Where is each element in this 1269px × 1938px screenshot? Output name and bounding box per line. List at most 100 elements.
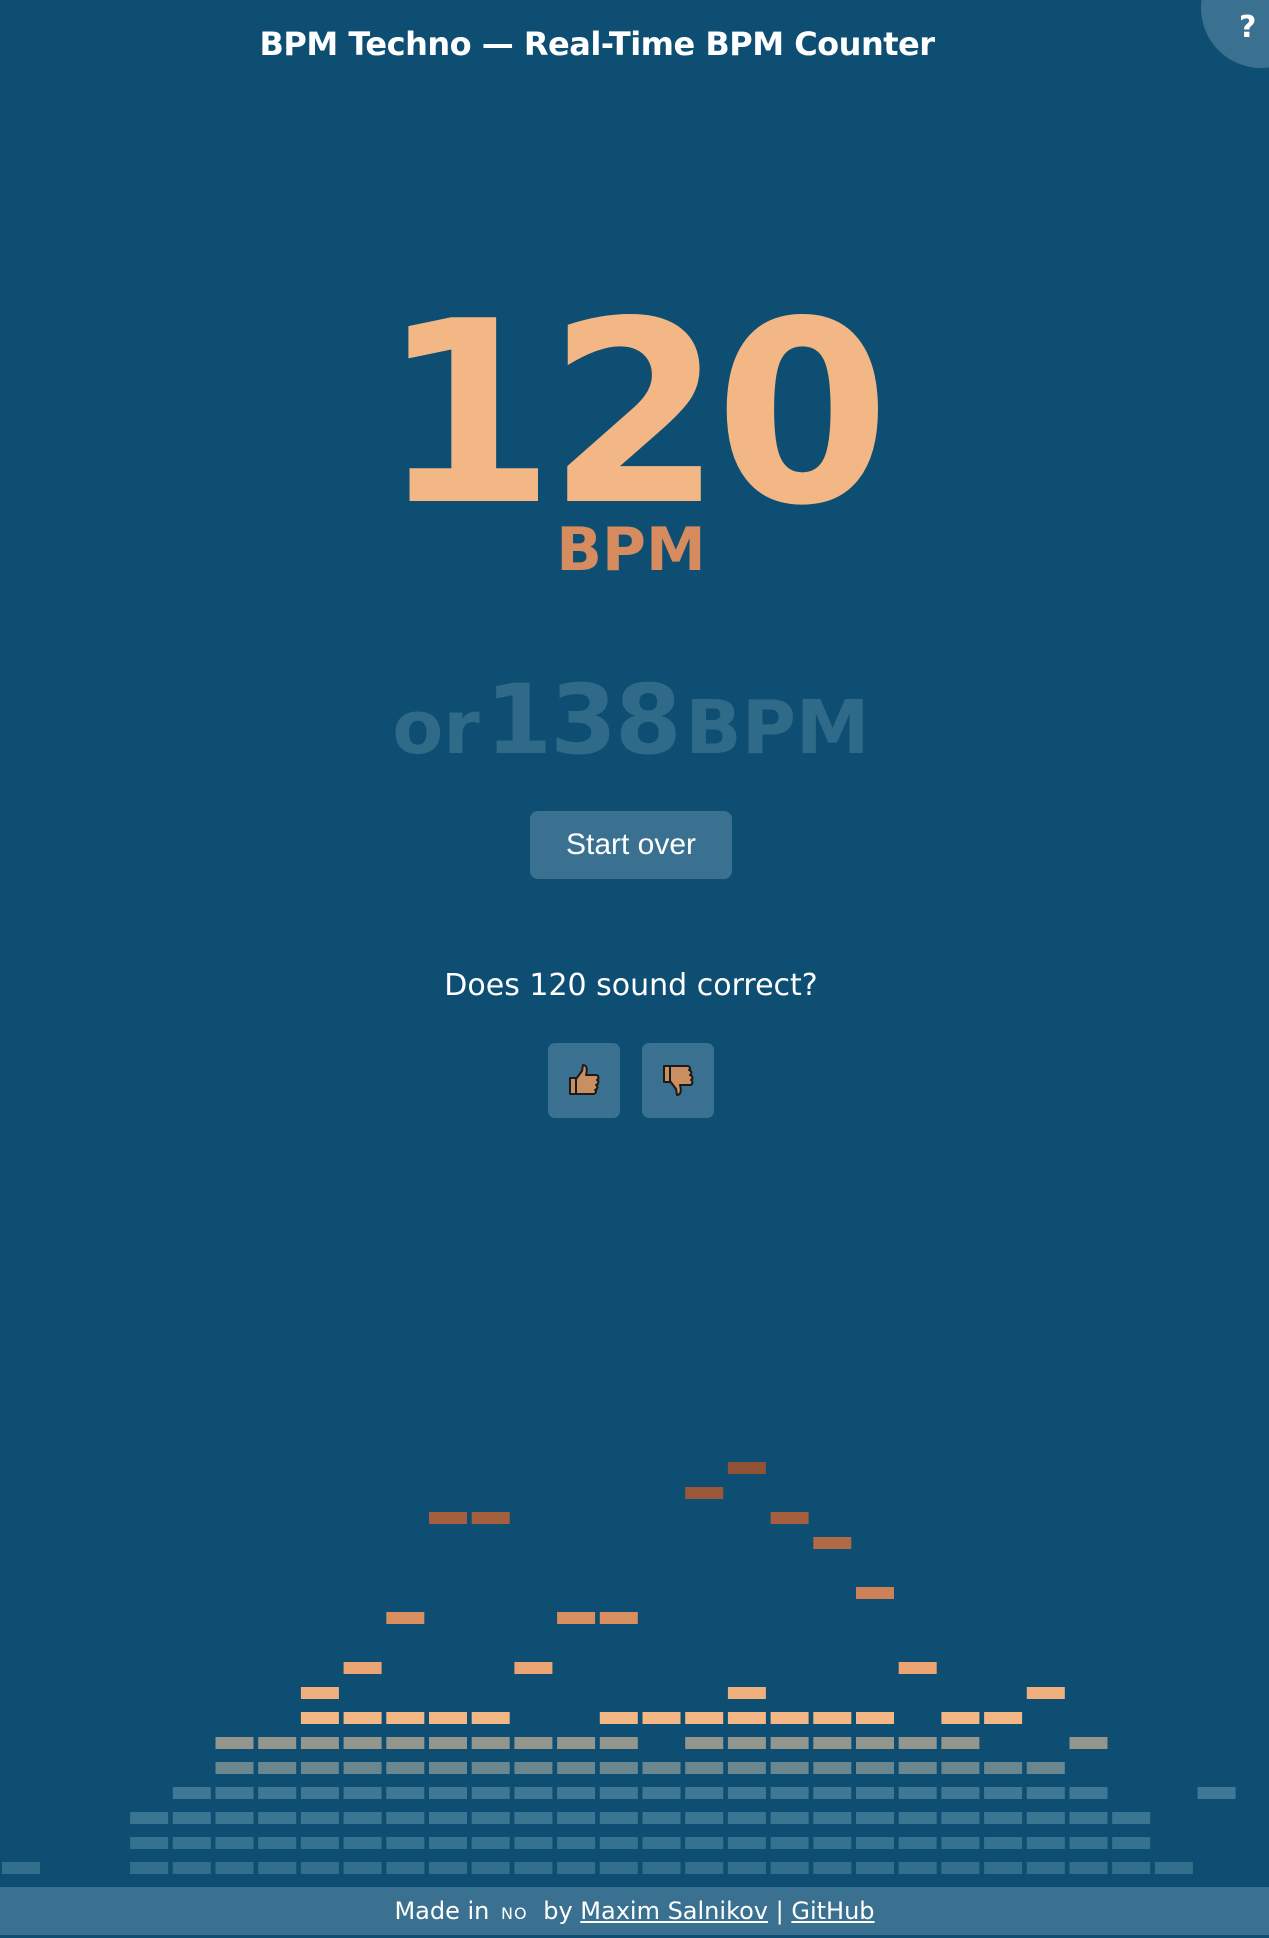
visualizer-segment (258, 1787, 297, 1799)
visualizer-segment (1026, 1862, 1065, 1874)
visualizer-peak (1197, 1787, 1236, 1799)
visualizer-segment (770, 1837, 809, 1849)
visualizer-segment (215, 1762, 254, 1774)
help-button[interactable]: ? (1201, 0, 1269, 68)
visualizer-segment (813, 1712, 852, 1724)
visualizer-segment (343, 1862, 382, 1874)
thumbs-down-icon (663, 1065, 694, 1096)
visualizer-segment (429, 1762, 467, 1774)
visualizer-segment (727, 1837, 766, 1849)
visualizer-segment (1112, 1812, 1151, 1824)
visualizer-segment (856, 1712, 894, 1724)
alternative-bpm-value: 138 (485, 664, 681, 776)
visualizer-segment (300, 1812, 339, 1824)
thumbs-up-icon (569, 1064, 600, 1095)
visualizer-segment (856, 1837, 894, 1849)
visualizer-peak (941, 1712, 980, 1724)
visualizer-segment (941, 1812, 980, 1824)
footer-by: by (543, 1897, 573, 1925)
visualizer-segment (685, 1712, 724, 1724)
visualizer-segment (1026, 1787, 1065, 1799)
author-link[interactable]: Maxim Salnikov (580, 1897, 768, 1925)
visualizer-segment (429, 1787, 467, 1799)
thumbs-up-button[interactable] (548, 1043, 620, 1118)
visualizer-segment (898, 1837, 937, 1849)
visualizer-segment (343, 1762, 382, 1774)
visualizer-segment (813, 1787, 852, 1799)
visualizer-segment (215, 1787, 254, 1799)
visualizer-segment (471, 1762, 510, 1774)
visualizer-segment (898, 1737, 937, 1749)
visualizer-segment (941, 1762, 980, 1774)
visualizer-peak (984, 1712, 1023, 1724)
visualizer-segment (941, 1862, 980, 1874)
thumbs-down-button[interactable] (642, 1043, 714, 1118)
norway-flag-icon: NO (501, 1904, 528, 1923)
visualizer-peak (898, 1662, 937, 1674)
visualizer-peak (300, 1687, 339, 1699)
visualizer-segment (429, 1862, 467, 1874)
visualizer-segment (514, 1812, 553, 1824)
visualizer-segment (1112, 1837, 1151, 1849)
visualizer-segment (984, 1787, 1023, 1799)
visualizer-segment (1026, 1812, 1065, 1824)
visualizer-peak (514, 1662, 553, 1674)
help-button-label: ? (1239, 10, 1257, 45)
visualizer-segment (984, 1762, 1023, 1774)
visualizer-segment (343, 1737, 382, 1749)
visualizer-peak (1069, 1737, 1108, 1749)
visualizer-segment (514, 1762, 553, 1774)
visualizer-peak (685, 1487, 724, 1499)
visualizer-segment (1112, 1862, 1151, 1874)
visualizer-segment (898, 1862, 937, 1874)
footer: Made in NO by Maxim Salnikov | GitHub (0, 1887, 1269, 1935)
visualizer-segment (856, 1787, 894, 1799)
visualizer-segment (471, 1837, 510, 1849)
visualizer-segment (856, 1737, 894, 1749)
github-link[interactable]: GitHub (791, 1897, 874, 1925)
visualizer-peak (770, 1512, 809, 1524)
visualizer-segment (343, 1837, 382, 1849)
visualizer-segment (130, 1812, 169, 1824)
visualizer-segment (727, 1712, 766, 1724)
visualizer-segment (1069, 1787, 1108, 1799)
visualizer-segment (642, 1762, 681, 1774)
alternative-bpm-unit: BPM (685, 685, 870, 771)
visualizer-segment (856, 1762, 894, 1774)
visualizer-segment (898, 1762, 937, 1774)
visualizer-segment (2, 1862, 40, 1874)
visualizer-segment (130, 1862, 169, 1874)
visualizer-segment (130, 1837, 169, 1849)
visualizer-segment (898, 1787, 937, 1799)
visualizer-peak (343, 1662, 382, 1674)
visualizer-segment (642, 1812, 681, 1824)
visualizer-segment (599, 1787, 638, 1799)
visualizer-segment (1026, 1837, 1065, 1849)
visualizer-segment (685, 1862, 724, 1874)
visualizer-peak (1154, 1862, 1193, 1874)
visualizer-segment (172, 1787, 211, 1799)
visualizer-segment (386, 1762, 425, 1774)
visualizer-segment (557, 1762, 596, 1774)
visualizer-segment (599, 1737, 638, 1749)
visualizer-segment (386, 1837, 425, 1849)
visualizer-segment (471, 1787, 510, 1799)
start-over-button[interactable]: Start over (530, 811, 732, 879)
visualizer-segment (1069, 1837, 1108, 1849)
visualizer-peak (215, 1737, 254, 1749)
visualizer-segment (599, 1837, 638, 1849)
visualizer-segment (300, 1787, 339, 1799)
visualizer-segment (770, 1812, 809, 1824)
visualizer-segment (813, 1762, 852, 1774)
visualizer-peak (429, 1512, 467, 1524)
visualizer-segment (685, 1762, 724, 1774)
visualizer-segment (471, 1737, 510, 1749)
visualizer-segment (172, 1812, 211, 1824)
visualizer-segment (557, 1837, 596, 1849)
visualizer-segment (1026, 1762, 1065, 1774)
feedback-question: Does 120 sound correct? (444, 968, 818, 1003)
visualizer-segment (1069, 1812, 1108, 1824)
visualizer-segment (642, 1787, 681, 1799)
visualizer-segment (813, 1837, 852, 1849)
visualizer-segment (599, 1762, 638, 1774)
